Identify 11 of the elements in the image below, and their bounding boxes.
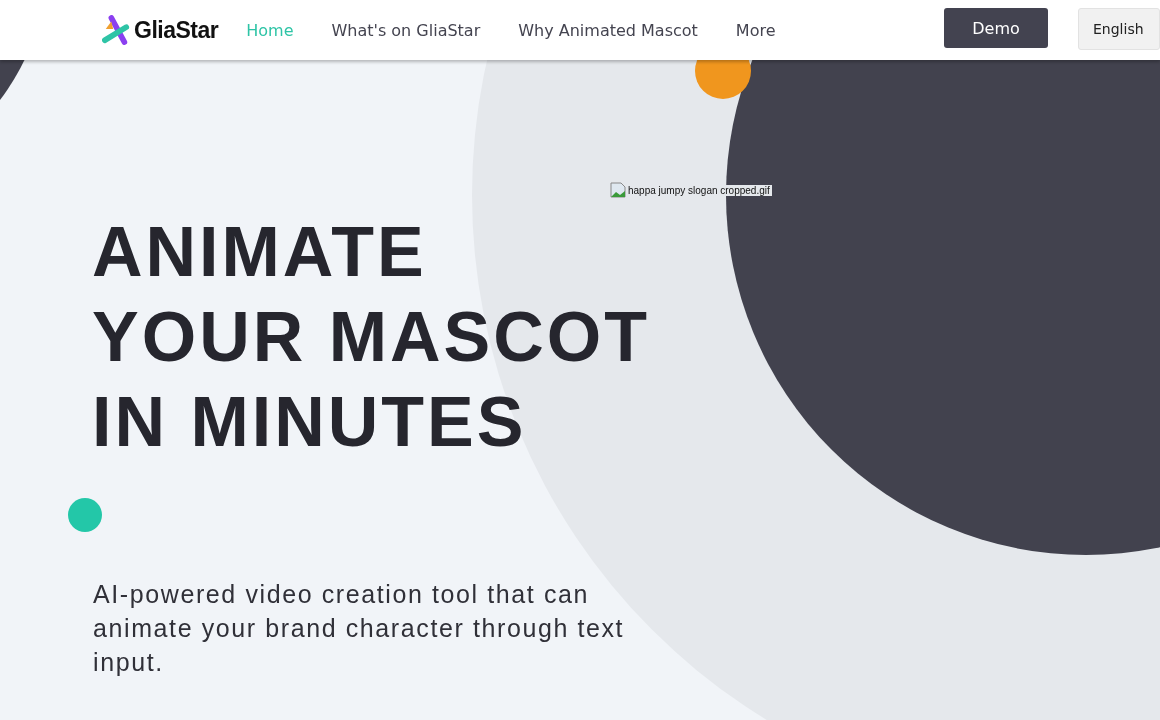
language-button[interactable]: English (1078, 8, 1160, 50)
headline-line: IN MINUTES (92, 382, 527, 463)
logo[interactable]: GliaStar (102, 15, 219, 45)
nav-link[interactable]: More (735, 20, 776, 40)
hero-subtitle: AI-powered video creation tool that can animate your brand character through text input. (93, 579, 626, 678)
image-alt-text: happa jumpy slogan cropped.gif (626, 184, 772, 196)
headline-line: ANIMATE (92, 212, 427, 293)
headline-line: YOUR MASCOT (92, 297, 650, 378)
nav-link[interactable]: What's on GliaStar (331, 20, 481, 40)
nav-link[interactable]: Why Animated Mascot (518, 20, 698, 40)
demo-button[interactable]: Demo (944, 8, 1048, 48)
